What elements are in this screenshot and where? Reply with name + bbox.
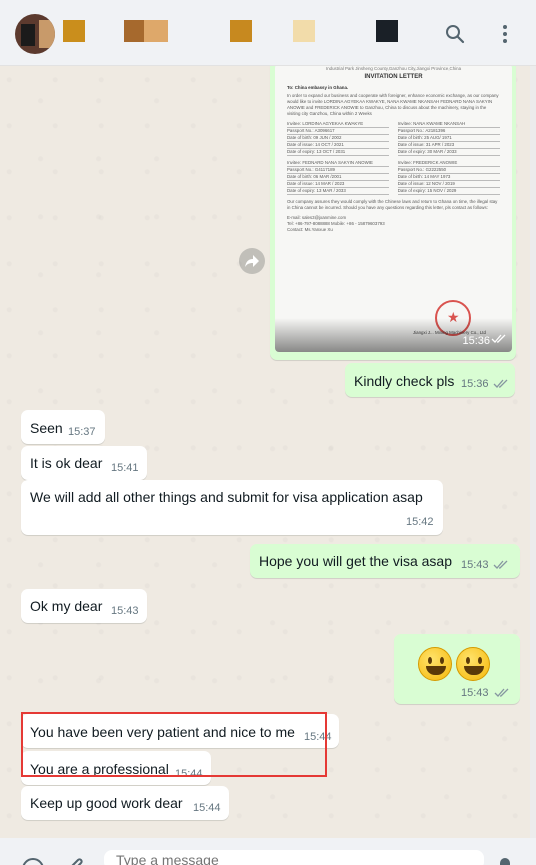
doc-issue: Date of issue: 12 NOV / 2019 bbox=[397, 181, 500, 188]
doc-expiry: Date of expiry: 15 NOV / 2029 bbox=[397, 188, 500, 195]
message-time: 15:41 bbox=[111, 462, 139, 474]
doc-issue: Date of issue: 14 OCT / 2021 bbox=[287, 142, 390, 149]
doc-passport: Passport No.: A3096617 bbox=[287, 128, 390, 135]
doc-birth: Date of birth: 14 MAY 1973 bbox=[397, 174, 500, 181]
message-incoming[interactable]: Keep up good work dear 15:44 bbox=[21, 786, 229, 820]
doc-invitee-grid-1: Invitee: LORDINA AGYEKAA KWAKYE Passport… bbox=[287, 121, 500, 156]
forward-icon[interactable] bbox=[239, 248, 265, 274]
message-incoming[interactable]: Seen 15:37 bbox=[21, 410, 105, 444]
doc-passport: Passport No.: G2222550 bbox=[397, 167, 500, 174]
message-time: 15:44 bbox=[193, 802, 221, 814]
attach-icon[interactable] bbox=[66, 858, 84, 865]
doc-passport: Passport No.: A2181396 bbox=[397, 128, 500, 135]
doc-expiry: Date of expiry: 13 MAR / 2033 bbox=[287, 188, 390, 195]
invitation-letter-image[interactable]: Industrial Park Jinsheng County,Ganzhou … bbox=[275, 66, 512, 352]
chat-scrollbar[interactable] bbox=[530, 66, 536, 838]
doc-expiry: Date of expiry: 13 OCT / 2031 bbox=[287, 149, 390, 156]
doc-birth: Date of birth: 06 MAR /2001 bbox=[287, 174, 390, 181]
redaction-block bbox=[293, 20, 315, 42]
doc-expiry: Date of expiry: 30 MAR / 2033 bbox=[397, 149, 500, 156]
doc-invitee-grid-2: Invitee: FEDNARD NANA SAKYIN ANOWIE Pass… bbox=[287, 160, 500, 195]
message-time: 15:43 bbox=[111, 605, 139, 617]
message-text: Hope you will get the visa asap bbox=[259, 553, 452, 569]
redaction-block bbox=[124, 20, 144, 42]
doc-title: INVITATION LETTER bbox=[364, 74, 423, 80]
message-outgoing[interactable]: Kindly check pls 15:36 bbox=[345, 363, 515, 397]
more-vertical-icon[interactable] bbox=[493, 22, 517, 46]
grinning-face-emoji bbox=[418, 647, 452, 681]
message-input[interactable] bbox=[104, 850, 484, 865]
image-message[interactable]: Industrial Park Jinsheng County,Ganzhou … bbox=[270, 66, 516, 360]
message-time: 15:42 bbox=[406, 516, 434, 528]
message-incoming[interactable]: We will add all other things and submit … bbox=[21, 480, 443, 535]
redaction-block bbox=[376, 20, 398, 42]
doc-contact: Contact: Ms.Yanxue Xu bbox=[287, 227, 333, 232]
doc-invitee-block: Invitee: FREDERICK ANOWIE Passport No.: … bbox=[397, 160, 500, 195]
message-text: Keep up good work dear bbox=[30, 795, 183, 811]
doc-passport: Passport No.: G4117189 bbox=[287, 167, 390, 174]
read-ticks-icon bbox=[493, 379, 508, 388]
message-incoming[interactable]: Ok my dear 15:43 bbox=[21, 589, 147, 623]
message-outgoing[interactable]: Hope you will get the visa asap 15:43 bbox=[250, 544, 520, 578]
grinning-face-emoji bbox=[456, 647, 490, 681]
highlight-box bbox=[21, 712, 327, 777]
emoji-icon[interactable] bbox=[22, 858, 44, 865]
message-composer bbox=[0, 838, 536, 865]
redaction-block bbox=[230, 20, 252, 42]
message-time: 15:36 bbox=[461, 378, 489, 390]
message-incoming[interactable]: It is ok dear 15:41 bbox=[21, 446, 147, 480]
search-icon[interactable] bbox=[443, 22, 467, 46]
doc-invitee-block: Invitee: NANA KWAME NKANSAH Passport No.… bbox=[397, 121, 500, 156]
read-ticks-icon bbox=[491, 334, 506, 343]
doc-invitee-name: Invitee: FEDNARD NANA SAKYIN ANOWIE bbox=[287, 160, 390, 167]
mic-icon[interactable] bbox=[500, 858, 510, 865]
doc-header-line: Industrial Park Jinsheng County,Ganzhou … bbox=[325, 66, 462, 71]
message-text: Ok my dear bbox=[30, 598, 103, 614]
redaction-block bbox=[144, 20, 168, 42]
message-time: 15:43 bbox=[461, 559, 489, 571]
doc-invitee-name: Invitee: LORDINA AGYEKAA KWAKYE bbox=[287, 121, 390, 128]
doc-invitee-name: Invitee: NANA KWAME NKANSAH bbox=[397, 121, 500, 128]
image-time: 15:36 bbox=[462, 335, 490, 347]
doc-birth: Date of birth: 09 JUN / 2002 bbox=[287, 135, 390, 142]
message-time: 15:37 bbox=[68, 426, 96, 438]
doc-issue: Date of issue: 31 APR / 2023 bbox=[397, 142, 500, 149]
read-ticks-icon bbox=[493, 560, 508, 569]
doc-paragraph: In order to expand our business and coop… bbox=[287, 93, 499, 116]
doc-invitee-name: Invitee: FREDERICK ANOWIE bbox=[397, 160, 500, 167]
message-text: Kindly check pls bbox=[354, 373, 455, 389]
message-text: 😀😀 bbox=[394, 634, 395, 635]
doc-birth: Date of birth: 25 AUG/ 1971 bbox=[397, 135, 500, 142]
read-ticks-icon bbox=[494, 688, 509, 697]
contact-avatar[interactable] bbox=[15, 14, 55, 54]
message-text: Seen bbox=[30, 420, 63, 436]
redaction-block bbox=[63, 20, 85, 42]
doc-invitee-block: Invitee: LORDINA AGYEKAA KWAKYE Passport… bbox=[287, 121, 390, 156]
chat-header bbox=[0, 0, 536, 66]
doc-recipient: To: China embassy in Ghana. bbox=[287, 85, 349, 90]
doc-invitee-block: Invitee: FEDNARD NANA SAKYIN ANOWIE Pass… bbox=[287, 160, 390, 195]
message-text: We will add all other things and submit … bbox=[30, 489, 423, 505]
doc-issue: Date of issue: 14 MAR / 2023 bbox=[287, 181, 390, 188]
message-text: It is ok dear bbox=[30, 455, 103, 471]
message-outgoing-emoji[interactable]: 😀😀 15:43 bbox=[394, 634, 520, 704]
message-time: 15:43 bbox=[461, 687, 489, 699]
doc-closing: Our company assures they would comply wi… bbox=[287, 199, 498, 210]
